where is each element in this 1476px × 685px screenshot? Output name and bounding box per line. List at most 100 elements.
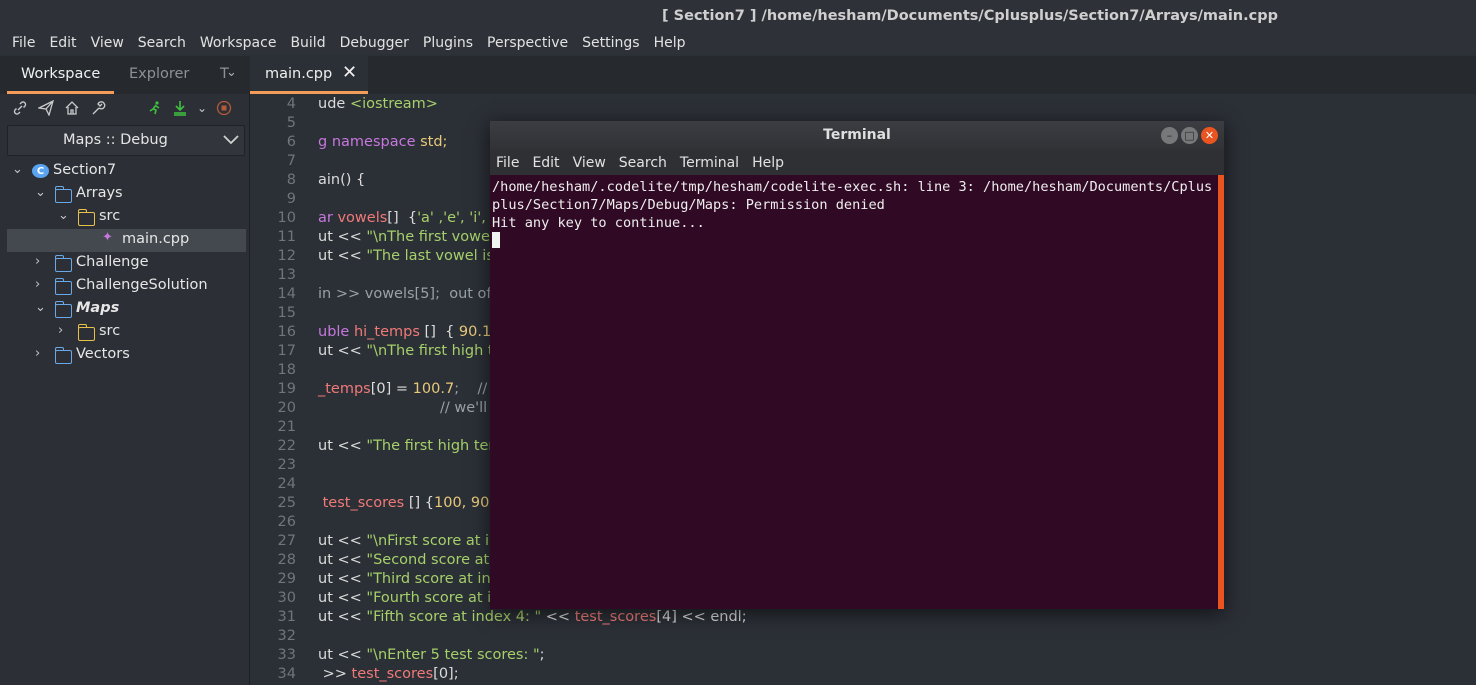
terminal-output-area[interactable]: /home/hesham/.codelite/tmp/hesham/codeli… — [490, 175, 1218, 609]
code-line: ut << "Fourth score at in — [318, 590, 501, 606]
terminal-titlebar[interactable]: Terminal – □ ✕ — [490, 121, 1224, 150]
code-line: ut << "The last vowel is: — [318, 248, 499, 264]
tab-explorer[interactable]: Explorer — [129, 66, 189, 82]
maximize-button[interactable]: □ — [1181, 127, 1198, 144]
menu-debugger[interactable]: Debugger — [340, 35, 409, 51]
build-config-select[interactable]: Maps :: Debug — [7, 125, 245, 156]
tree-item-label: ChallengeSolution — [76, 277, 208, 293]
tree-item-maps-src[interactable]: › src — [0, 321, 246, 344]
line-number: 28 — [277, 552, 296, 568]
cpp-file-icon: ✦ — [102, 230, 113, 245]
code-line: ar vowels[] {'a' ,'e', 'i', 'o' — [318, 210, 508, 226]
line-number: 9 — [286, 191, 296, 207]
tree-item-challenge[interactable]: › Challenge — [0, 252, 246, 275]
menu-plugins[interactable]: Plugins — [423, 35, 473, 51]
chevron-down-icon — [222, 130, 240, 152]
line-number: 27 — [277, 533, 296, 549]
line-number: 26 — [277, 514, 296, 530]
line-number: 5 — [286, 115, 296, 131]
chevron-right-icon[interactable]: › — [58, 323, 63, 338]
code-line: ut << "\nThe first high te — [318, 343, 503, 359]
terminal-cursor — [492, 232, 500, 248]
terminal-menu-help[interactable]: Help — [752, 155, 784, 171]
link-icon[interactable] — [10, 98, 30, 118]
tree-item-label: Section7 — [53, 162, 117, 178]
code-line: // we'll — [440, 400, 488, 416]
code-line: uble hi_temps [] { 90.1, — [318, 324, 496, 340]
menu-bar: File Edit View Search Workspace Build De… — [0, 32, 1476, 54]
build-config-value: Maps :: Debug — [63, 132, 168, 148]
tab-label: main.cpp — [265, 66, 333, 82]
home-icon[interactable] — [62, 98, 82, 118]
tree-item-label: src — [99, 208, 121, 224]
tree-item-label: Vectors — [76, 346, 130, 362]
workspace-panel: Workspace Explorer T ⌄ ⌄ Maps :: Debug ⌄… — [0, 56, 250, 685]
terminal-menu-terminal[interactable]: Terminal — [680, 155, 739, 171]
menu-file[interactable]: File — [12, 35, 35, 51]
line-number: 22 — [277, 438, 296, 454]
terminal-menu-view[interactable]: View — [573, 155, 606, 171]
tree-item-main-cpp[interactable]: ✦ main.cpp — [7, 229, 246, 252]
cpp-project-icon: C — [32, 164, 49, 178]
line-number: 7 — [286, 153, 296, 169]
chevron-down-icon[interactable]: ⌄ — [58, 208, 69, 223]
tree-item-challengesolution[interactable]: › ChallengeSolution — [0, 275, 246, 298]
line-number: 11 — [277, 229, 296, 245]
menu-edit[interactable]: Edit — [49, 35, 76, 51]
build-icon[interactable] — [170, 98, 190, 118]
tree-item-maps[interactable]: ⌄ Maps — [0, 298, 246, 321]
code-line: _temps[0] = 100.7; // se — [318, 381, 509, 397]
minimize-button[interactable]: – — [1161, 127, 1178, 144]
line-number: 17 — [277, 343, 296, 359]
chevron-right-icon[interactable]: › — [35, 254, 40, 269]
terminal-scrollbar[interactable] — [1218, 175, 1224, 609]
terminal-title: Terminal — [823, 127, 891, 143]
line-number: 30 — [277, 590, 296, 606]
line-number: 20 — [277, 400, 296, 416]
line-number: 10 — [277, 210, 296, 226]
tree-item-section7[interactable]: ⌄ C Section7 — [0, 160, 246, 183]
line-number: 23 — [277, 457, 296, 473]
chevron-down-icon[interactable]: ⌄ — [226, 65, 237, 80]
menu-search[interactable]: Search — [138, 35, 186, 51]
menu-build[interactable]: Build — [290, 35, 325, 51]
menu-view[interactable]: View — [91, 35, 124, 51]
menu-help[interactable]: Help — [654, 35, 686, 51]
menu-perspective[interactable]: Perspective — [487, 35, 568, 51]
line-number: 21 — [277, 419, 296, 435]
folder-icon — [54, 186, 72, 203]
close-button[interactable]: ✕ — [1201, 127, 1218, 144]
terminal-window[interactable]: Terminal – □ ✕ File Edit View Search Ter… — [490, 121, 1224, 609]
line-number: 15 — [277, 305, 296, 321]
code-line: >> test_scores[0]; — [318, 666, 459, 682]
chevron-down-icon[interactable]: ⌄ — [12, 162, 23, 177]
tree-item-vectors[interactable]: › Vectors — [0, 344, 246, 367]
stop-icon[interactable] — [214, 98, 234, 118]
terminal-menu-edit[interactable]: Edit — [532, 155, 559, 171]
line-number: 32 — [277, 628, 296, 644]
folder-icon — [54, 278, 72, 295]
tab-workspace[interactable]: Workspace — [21, 66, 100, 82]
menu-workspace[interactable]: Workspace — [200, 35, 277, 51]
build-dropdown-icon[interactable]: ⌄ — [192, 98, 212, 118]
code-line: ut << "Second score at in — [318, 552, 508, 568]
close-icon[interactable]: ✕ — [342, 62, 357, 83]
chevron-down-icon[interactable]: ⌄ — [35, 300, 46, 315]
workspace-toolbar: ⌄ — [0, 94, 250, 122]
line-number: 6 — [286, 134, 296, 150]
wrench-icon[interactable] — [88, 98, 108, 118]
chevron-right-icon[interactable]: › — [35, 346, 40, 361]
tree-item-src[interactable]: ⌄ src — [0, 206, 246, 229]
run-icon[interactable] — [145, 98, 165, 118]
tree-item-arrays[interactable]: ⌄ Arrays — [0, 183, 246, 206]
folder-icon — [77, 324, 95, 341]
folder-icon — [54, 301, 72, 318]
send-icon[interactable] — [36, 98, 56, 118]
menu-settings[interactable]: Settings — [582, 35, 639, 51]
terminal-menu-bar: File Edit View Search Terminal Help — [490, 150, 1224, 175]
tab-main-cpp[interactable]: main.cpp ✕ — [250, 56, 368, 94]
terminal-menu-search[interactable]: Search — [619, 155, 667, 171]
chevron-down-icon[interactable]: ⌄ — [35, 185, 46, 200]
chevron-right-icon[interactable]: › — [35, 277, 40, 292]
terminal-menu-file[interactable]: File — [496, 155, 519, 171]
